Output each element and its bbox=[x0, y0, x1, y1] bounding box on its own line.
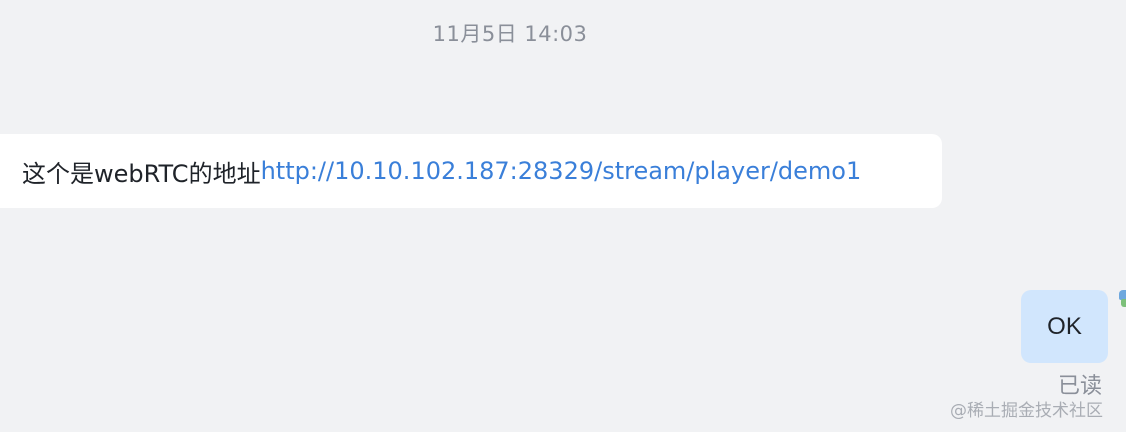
incoming-message-text: 这个是webRTC的地址 bbox=[22, 159, 261, 188]
outgoing-message-text: OK bbox=[1047, 312, 1082, 340]
own-avatar[interactable] bbox=[1119, 290, 1126, 308]
watermark: @稀土掘金技术社区 bbox=[950, 401, 1103, 421]
outgoing-message-bubble[interactable]: OK bbox=[1021, 290, 1108, 363]
message-timestamp: 11月5日 14:03 bbox=[432, 22, 588, 46]
incoming-message-bubble[interactable]: 这个是webRTC的地址 http://10.10.102.187:28329/s… bbox=[0, 134, 942, 208]
message-link[interactable]: http://10.10.102.187:28329/stream/player… bbox=[261, 157, 862, 185]
